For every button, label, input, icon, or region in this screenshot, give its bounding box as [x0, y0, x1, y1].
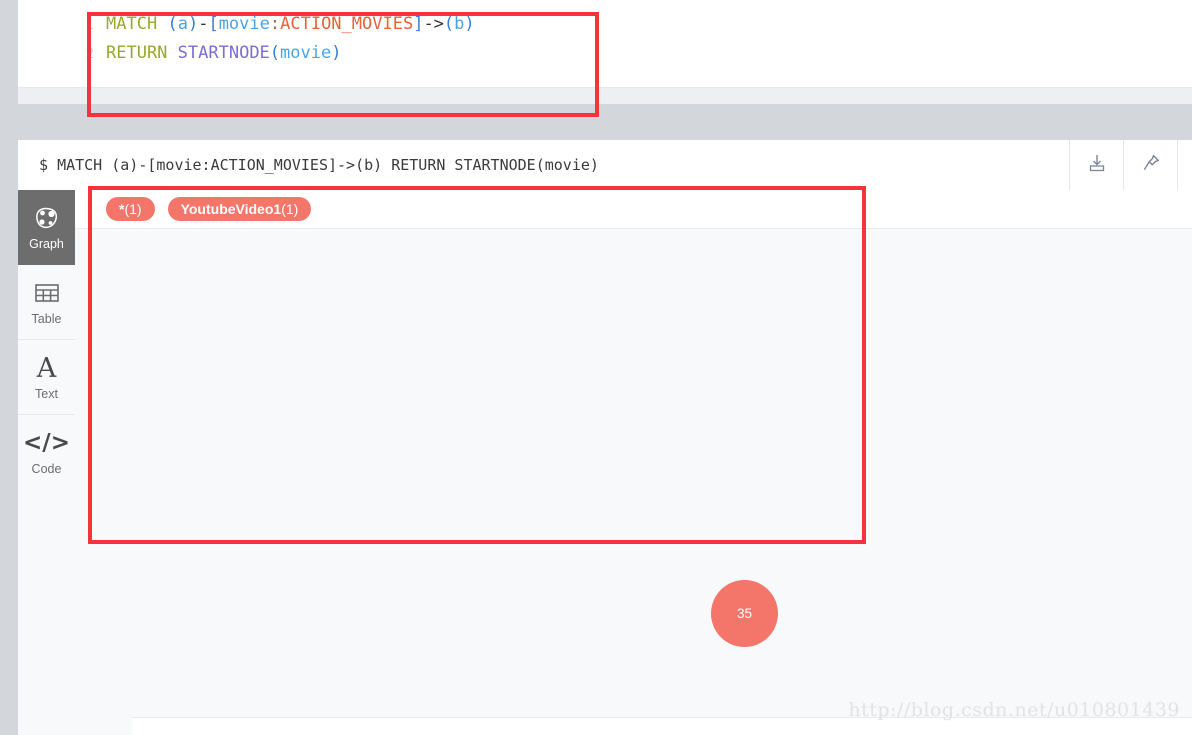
- table-icon: [34, 278, 60, 308]
- sidebar-item-graph[interactable]: Graph: [18, 190, 75, 265]
- panel-gap: [0, 104, 1192, 140]
- download-button[interactable]: [1069, 140, 1123, 190]
- editor-line-content: RETURN STARTNODE(movie): [106, 43, 342, 63]
- text-icon: A: [36, 352, 57, 384]
- legend-pill-label: YoutubeVideo1: [180, 201, 282, 217]
- pin-icon: [1141, 153, 1161, 178]
- query-string: MATCH (a)-[movie:ACTION_MOVIES]->(b) RET…: [57, 156, 599, 174]
- query-prompt-symbol: $: [39, 156, 49, 174]
- result-query-bar: $ MATCH (a)-[movie:ACTION_MOVIES]->(b) R…: [18, 140, 1192, 191]
- result-frame: $ MATCH (a)-[movie:ACTION_MOVIES]->(b) R…: [18, 140, 1192, 735]
- pin-button[interactable]: [1123, 140, 1177, 190]
- legend-pill-count: (1): [124, 201, 142, 217]
- sidebar-item-code[interactable]: </> Code: [18, 415, 75, 490]
- query-editor-card[interactable]: 1 MATCH (a)-[movie:ACTION_MOVIES]->(b) 2…: [18, 0, 1192, 104]
- result-view-sidebar: Graph Table A Text </> Code: [18, 190, 76, 735]
- legend-pill-all[interactable]: * (1): [106, 197, 155, 221]
- graph-legend-bar: * (1) YoutubeVideo1 (1): [75, 190, 1192, 229]
- editor-line-2: 2 RETURN STARTNODE(movie): [18, 43, 1192, 72]
- executed-query-text: $ MATCH (a)-[movie:ACTION_MOVIES]->(b) R…: [18, 140, 1069, 190]
- graph-node[interactable]: 35: [711, 580, 778, 647]
- editor-line-1: 1 MATCH (a)-[movie:ACTION_MOVIES]->(b): [18, 14, 1192, 43]
- code-icon: </>: [23, 429, 70, 456]
- editor-line-content: MATCH (a)-[movie:ACTION_MOVIES]->(b): [106, 14, 475, 34]
- sidebar-item-label: Text: [35, 387, 58, 401]
- sidebar-item-label: Table: [31, 312, 62, 326]
- sidebar-item-label: Code: [31, 462, 62, 476]
- watermark-text: http://blog.csdn.net/u010801439: [848, 699, 1180, 721]
- sidebar-filler: [18, 486, 75, 735]
- graph-node-label: 35: [736, 606, 753, 621]
- sidebar-item-text[interactable]: A Text: [18, 340, 75, 415]
- sidebar-item-label: Graph: [29, 237, 64, 251]
- download-icon: [1087, 153, 1107, 178]
- legend-pill-youtubevideo1[interactable]: YoutubeVideo1 (1): [167, 197, 312, 221]
- graph-view: * (1) YoutubeVideo1 (1) 35: [75, 190, 1192, 735]
- graph-canvas[interactable]: 35: [75, 229, 1192, 735]
- query-bar-end-spacer: [1177, 140, 1192, 190]
- graph-icon: [33, 203, 61, 233]
- editor-line-number: 1: [85, 17, 94, 33]
- legend-pill-count: (1): [281, 201, 299, 217]
- sidebar-item-table[interactable]: Table: [18, 265, 75, 340]
- query-editor-footer: [18, 87, 1192, 104]
- editor-line-number: 2: [85, 46, 94, 62]
